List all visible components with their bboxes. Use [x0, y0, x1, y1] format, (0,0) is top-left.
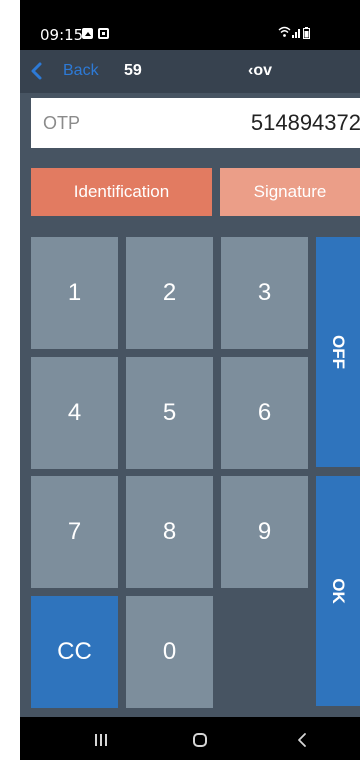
key-8[interactable]: 8 [126, 476, 213, 588]
otp-value: 514894372 [250, 110, 360, 135]
page-title: ‹ov [248, 62, 272, 79]
clear-button[interactable]: CC [31, 596, 118, 708]
top-bar: Back 59 ‹ov [20, 50, 360, 93]
key-1[interactable]: 1 [31, 237, 118, 349]
account-number: 59 [124, 62, 142, 79]
nav-back-icon[interactable] [297, 732, 307, 748]
key-5[interactable]: 5 [126, 357, 213, 469]
status-bar: 09:15 [20, 0, 360, 50]
app-notification-icon [98, 28, 109, 39]
recent-apps-icon[interactable] [94, 734, 108, 746]
status-indicators [278, 26, 318, 42]
back-chevron-icon[interactable] [28, 61, 44, 81]
gallery-notification-icon [82, 28, 93, 39]
key-3[interactable]: 3 [221, 237, 308, 349]
identification-button[interactable]: Identification [31, 168, 212, 216]
key-7[interactable]: 7 [31, 476, 118, 588]
navigation-bar [20, 717, 360, 760]
phone-screen: 09:15 Back 59 ‹ov OTP 514894372 Identifi… [20, 0, 360, 760]
otp-field: OTP 514894372 [31, 98, 360, 148]
otp-label: OTP [43, 113, 81, 133]
off-label: OFF [329, 335, 348, 369]
key-2[interactable]: 2 [126, 237, 213, 349]
key-0[interactable]: 0 [126, 596, 213, 708]
key-4[interactable]: 4 [31, 357, 118, 469]
off-button[interactable]: OFF [316, 237, 360, 467]
back-button[interactable]: Back [63, 62, 99, 80]
home-icon[interactable] [193, 733, 207, 747]
key-6[interactable]: 6 [221, 357, 308, 469]
ok-button[interactable]: OK [316, 476, 360, 706]
status-time: 09:15 [40, 26, 84, 44]
signal-icon [292, 29, 300, 38]
wifi-icon [278, 26, 291, 37]
signature-button[interactable]: Signature [220, 168, 360, 216]
battery-icon [303, 27, 310, 39]
ok-label: OK [329, 578, 348, 604]
key-9[interactable]: 9 [221, 476, 308, 588]
